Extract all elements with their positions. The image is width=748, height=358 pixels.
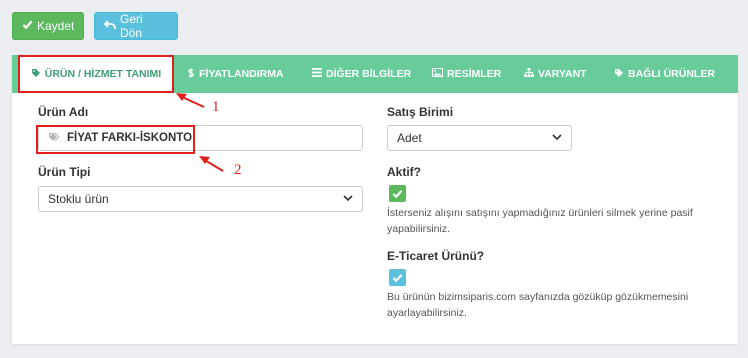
annotation-number-2: 2 <box>234 162 242 178</box>
annotation-arrows <box>176 93 224 172</box>
annotation-arrow-2 <box>199 156 224 172</box>
annotation-number-1: 1 <box>212 99 220 115</box>
annotation-arrow-1 <box>176 93 205 108</box>
